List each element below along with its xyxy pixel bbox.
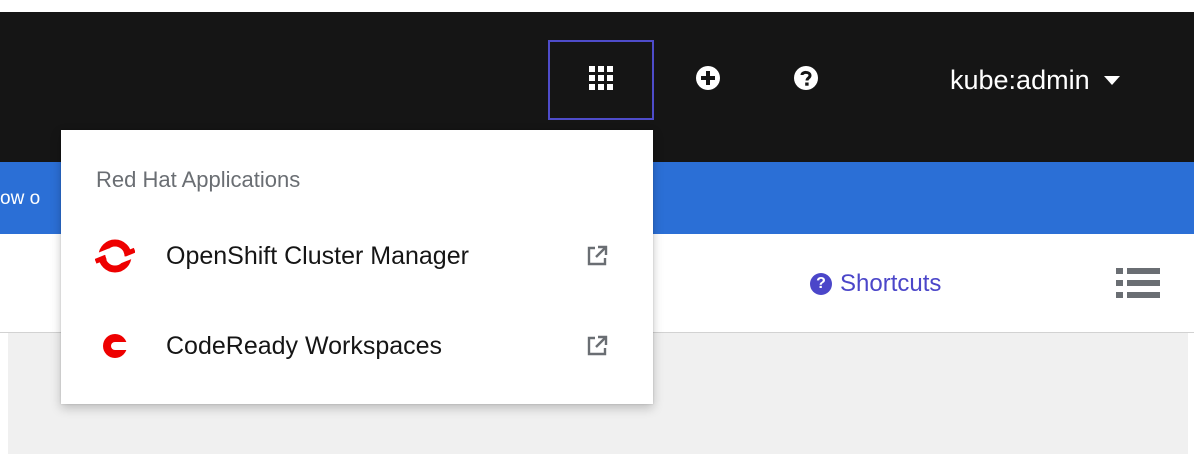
list-view-toggle[interactable]	[1116, 264, 1160, 302]
quick-create-button[interactable]	[690, 62, 726, 98]
menu-item-codeready-workspaces[interactable]: CodeReady Workspaces	[61, 314, 653, 378]
external-link-icon	[585, 244, 609, 268]
external-link-icon	[585, 334, 609, 358]
codeready-workspaces-logo	[95, 326, 135, 366]
app-launcher-button[interactable]	[548, 40, 654, 120]
question-circle-icon	[793, 65, 819, 96]
caret-down-icon	[1103, 75, 1120, 85]
content-left-gutter	[0, 333, 8, 454]
user-menu-toggle[interactable]: kube:admin	[950, 58, 1120, 102]
app-launcher-menu: Red Hat Applications OpenShift Cluster M…	[61, 130, 653, 404]
shortcuts-label: Shortcuts	[840, 270, 942, 297]
menu-item-label: CodeReady Workspaces	[166, 331, 443, 360]
openshift-cluster-manager-logo	[95, 236, 135, 276]
menu-group-title: Red Hat Applications	[96, 167, 301, 192]
shortcuts-link[interactable]: ? Shortcuts	[810, 270, 941, 298]
top-strip	[0, 0, 1194, 12]
list-icon	[1116, 268, 1160, 306]
user-name: kube:admin	[950, 64, 1090, 95]
help-menu-button[interactable]	[788, 62, 824, 98]
question-circle-icon: ?	[810, 273, 832, 295]
menu-item-label: OpenShift Cluster Manager	[166, 241, 469, 270]
plus-circle-icon	[695, 65, 721, 96]
menu-item-openshift-cluster-manager[interactable]: OpenShift Cluster Manager	[61, 224, 653, 288]
grid-icon	[589, 65, 613, 95]
content-right-gutter	[1188, 333, 1194, 454]
console-window: kube:admin ow o ? Shortcuts Red Hat Appl…	[0, 0, 1194, 454]
